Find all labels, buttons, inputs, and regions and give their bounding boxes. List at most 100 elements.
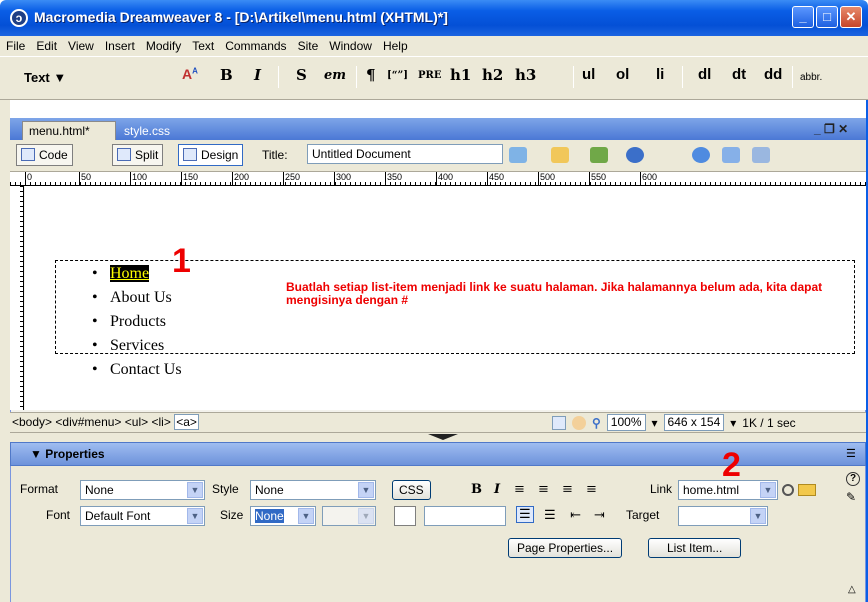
design-view-button[interactable]: Design [178, 144, 244, 166]
style-select[interactable]: None ▼ [250, 480, 376, 500]
outdent-icon[interactable]: ⇤ [570, 508, 581, 523]
select-tool-icon[interactable] [552, 415, 566, 430]
file-management-icon[interactable] [509, 147, 527, 163]
dt-button[interactable]: dt [732, 66, 746, 83]
tag-body[interactable]: <body> [12, 415, 52, 429]
expand-arrow-icon[interactable]: △ [848, 584, 856, 595]
chevron-down-icon: ▼ [187, 508, 203, 524]
browser-check-icon[interactable] [626, 147, 644, 163]
h1-button[interactable]: h1 [450, 66, 471, 84]
ruler-tick: 50 [79, 172, 91, 186]
help-icon[interactable]: ? [846, 472, 860, 486]
ruler-tick: 300 [334, 172, 351, 186]
code-view-button[interactable]: Code [16, 144, 73, 166]
page-properties-button[interactable]: Page Properties... [508, 538, 623, 558]
text-color-input[interactable] [424, 506, 506, 526]
split-view-button[interactable]: Split [112, 144, 164, 166]
menu-commands[interactable]: Commands [225, 39, 286, 53]
document-window-controls[interactable]: _ ❐ ✕ [814, 122, 848, 136]
abbr-button[interactable]: abbr. [800, 72, 822, 83]
title-input[interactable]: Untitled Document [307, 144, 503, 164]
hand-tool-icon[interactable] [572, 415, 586, 430]
window-size-select[interactable]: 646 x 154 [663, 414, 725, 431]
preview-icon[interactable] [551, 147, 569, 163]
ordered-list-icon[interactable]: ☰ [544, 508, 556, 523]
dl-button[interactable]: dl [698, 66, 711, 83]
menu-edit[interactable]: Edit [36, 39, 57, 53]
list-item-button[interactable]: List Item... [648, 538, 742, 558]
zoom-select[interactable]: 100% [606, 414, 646, 431]
annotation-instruction: Buatlah setiap list-item menjadi link ke… [286, 280, 823, 307]
tag-li[interactable]: <li> [151, 415, 170, 429]
view-options-icon[interactable] [722, 147, 740, 163]
tag-div-menu[interactable]: <div#menu> [55, 415, 121, 429]
list-item-services[interactable]: Services [92, 334, 182, 358]
italic-button[interactable]: I [254, 66, 261, 84]
align-right-icon[interactable]: ≡ [562, 482, 573, 497]
menu-file[interactable]: File [6, 39, 25, 53]
ruler-tick: 100 [130, 172, 147, 186]
list-item-contact[interactable]: Contact Us [92, 358, 182, 382]
menu-modify[interactable]: Modify [146, 39, 181, 53]
browse-folder-icon[interactable] [798, 484, 816, 496]
align-center-icon[interactable]: ≡ [538, 482, 549, 497]
text-color-swatch[interactable] [394, 506, 416, 526]
tag-a[interactable]: <a> [174, 414, 199, 430]
annotation-number-1: 1 [172, 242, 191, 280]
menu-insert[interactable]: Insert [105, 39, 135, 53]
chevron-down-icon[interactable]: ▾ [730, 416, 736, 430]
menu-text[interactable]: Text [192, 39, 214, 53]
italic-icon[interactable]: I [494, 482, 500, 497]
menu-window[interactable]: Window [329, 39, 372, 53]
menu-site[interactable]: Site [298, 39, 319, 53]
target-select[interactable]: ▼ [678, 506, 768, 526]
tab-style-css[interactable]: style.css [124, 124, 170, 138]
refresh-icon[interactable] [692, 147, 710, 163]
chevron-down-icon[interactable]: ▾ [652, 416, 658, 430]
font-tag-icon[interactable]: AA [182, 66, 198, 82]
ol-button[interactable]: ol [616, 66, 629, 83]
dreamweaver-icon[interactable]: ↄ [10, 9, 28, 27]
insert-category-dropdown[interactable]: Text ▼ [24, 70, 66, 85]
visual-aids-icon[interactable] [752, 147, 770, 163]
panel-options-icon[interactable]: ☰ [846, 447, 856, 460]
point-to-file-icon[interactable] [782, 484, 794, 496]
unordered-list-icon[interactable]: ☰ [516, 506, 534, 523]
h3-button[interactable]: h3 [515, 66, 536, 84]
align-left-icon[interactable]: ≡ [514, 482, 525, 497]
tab-menu-html[interactable]: menu.html* [22, 121, 116, 140]
indent-icon[interactable]: ⇥ [594, 508, 605, 523]
zoom-tool-icon[interactable]: ⚲ [592, 416, 601, 430]
em-button[interactable]: em [324, 68, 346, 83]
bold-icon[interactable]: B [471, 482, 482, 497]
properties-title[interactable]: ▼ Properties [30, 447, 105, 461]
size-select[interactable]: None ▼ [250, 506, 316, 526]
bold-button[interactable]: B [220, 66, 233, 84]
list-item-products[interactable]: Products [92, 310, 182, 334]
dd-button[interactable]: dd [764, 66, 782, 83]
h2-button[interactable]: h2 [482, 66, 503, 84]
font-select[interactable]: Default Font ▼ [80, 506, 205, 526]
paragraph-button[interactable]: ¶ [366, 66, 376, 84]
strong-button[interactable]: S [296, 66, 307, 84]
annotation-number-2: 2 [722, 446, 741, 484]
align-justify-icon[interactable]: ≡ [586, 482, 597, 497]
tag-ul[interactable]: <ul> [125, 415, 148, 429]
separator [356, 66, 357, 88]
list-item-about[interactable]: About Us [92, 286, 182, 310]
format-select[interactable]: None ▼ [80, 480, 205, 500]
blockquote-button[interactable]: [“”] [387, 70, 408, 81]
menu-view[interactable]: View [68, 39, 94, 53]
menu-help[interactable]: Help [383, 39, 408, 53]
maximize-button[interactable]: □ [816, 6, 838, 28]
quick-tag-editor-icon[interactable]: ✎ [846, 490, 856, 504]
close-button[interactable]: ✕ [840, 6, 862, 28]
minimize-button[interactable]: _ [792, 6, 814, 28]
ul-button[interactable]: ul [582, 66, 595, 83]
css-button[interactable]: CSS [392, 480, 431, 500]
validate-icon[interactable] [590, 147, 608, 163]
home-link[interactable]: Home [110, 265, 150, 282]
list-item-home[interactable]: Home [92, 262, 182, 286]
li-button[interactable]: li [656, 66, 664, 83]
pre-button[interactable]: PRE [418, 70, 441, 81]
